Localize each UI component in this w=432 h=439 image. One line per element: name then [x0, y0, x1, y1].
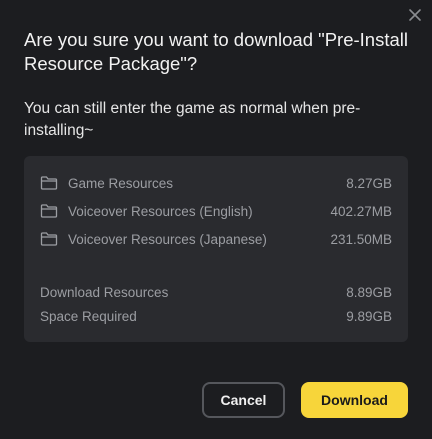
- download-resources-row: Download Resources 8.89GB: [40, 282, 392, 302]
- download-resources-value: 8.89GB: [346, 284, 392, 300]
- close-button[interactable]: [406, 6, 424, 24]
- dialog-title: Are you sure you want to download "Pre-I…: [24, 29, 408, 74]
- dialog-subtitle: You can still enter the game as normal w…: [24, 100, 361, 139]
- download-confirm-dialog: Are you sure you want to download "Pre-I…: [0, 0, 432, 439]
- download-button[interactable]: Download: [301, 382, 408, 418]
- download-resources-label: Download Resources: [40, 284, 169, 300]
- resource-row-japanese-voiceover: Voiceover Resources (Japanese) 231.50MB: [40, 229, 392, 249]
- resource-name: Game Resources: [68, 175, 174, 191]
- folder-icon: [40, 204, 58, 218]
- resource-name: Voiceover Resources (English): [68, 203, 253, 219]
- space-required-label: Space Required: [40, 308, 137, 324]
- space-required-value: 9.89GB: [346, 308, 392, 324]
- resource-panel: Game Resources 8.27GB Voiceover Resource…: [24, 156, 408, 342]
- resource-name: Voiceover Resources (Japanese): [68, 231, 267, 247]
- folder-icon: [40, 176, 58, 190]
- resource-row-english-voiceover: Voiceover Resources (English) 402.27MB: [40, 201, 392, 221]
- resource-size: 8.27GB: [346, 175, 392, 191]
- folder-icon: [40, 232, 58, 246]
- cancel-button[interactable]: Cancel: [202, 382, 285, 418]
- resource-row-game: Game Resources 8.27GB: [40, 173, 392, 193]
- resource-size: 231.50MB: [330, 231, 392, 247]
- close-icon: [409, 9, 421, 21]
- space-required-row: Space Required 9.89GB: [40, 306, 392, 326]
- resource-size: 402.27MB: [330, 203, 392, 219]
